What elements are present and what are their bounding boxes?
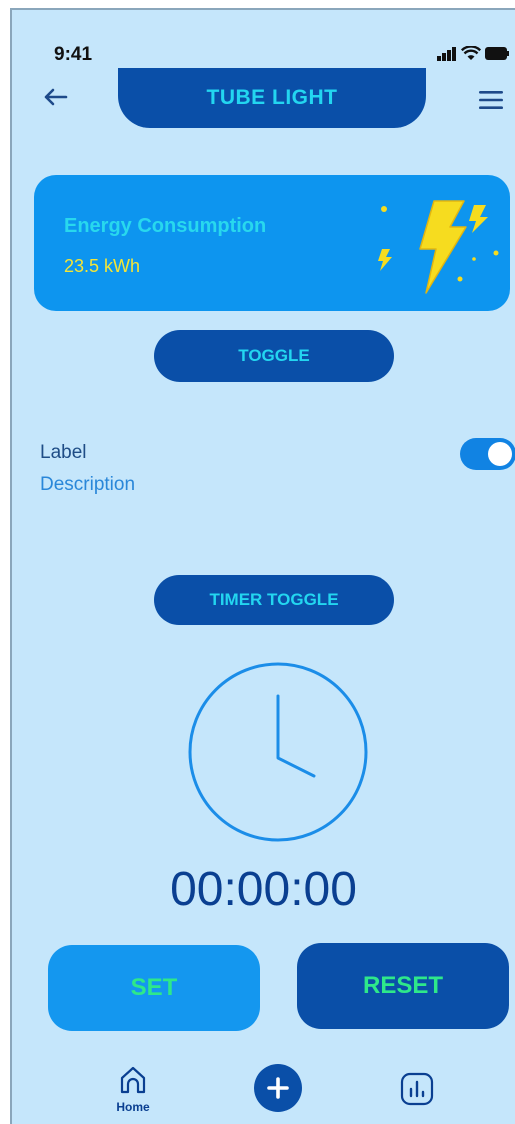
- signal-icon: [437, 46, 456, 61]
- nav-home-label: Home: [116, 1100, 150, 1114]
- add-button[interactable]: [254, 1064, 302, 1112]
- switch-knob: [488, 442, 512, 466]
- nav-home[interactable]: Home: [108, 1062, 158, 1117]
- menu-icon[interactable]: [477, 88, 505, 112]
- phone-screen: 9:41 TUBE LIGHT Energy Consumption 23.5 …: [10, 8, 515, 1124]
- energy-card: Energy Consumption 23.5 kWh: [34, 175, 510, 311]
- reset-button[interactable]: RESET: [297, 943, 509, 1029]
- set-button[interactable]: SET: [48, 945, 260, 1031]
- setting-switch[interactable]: [460, 438, 515, 470]
- battery-icon: [485, 47, 509, 60]
- energy-value: 23.5 kWh: [64, 256, 141, 276]
- page-title: TUBE LIGHT: [118, 68, 426, 128]
- back-arrow-icon[interactable]: [40, 82, 70, 112]
- plus-icon: [267, 1077, 289, 1099]
- setting-label: Label: [40, 442, 87, 463]
- home-icon: [120, 1066, 146, 1094]
- toggle-button[interactable]: TOGGLE: [154, 330, 394, 382]
- timer-readout: 00:00:00: [170, 863, 357, 916]
- setting-description: Description: [40, 474, 136, 495]
- lightning-bolt-icon: [378, 200, 499, 294]
- timer-toggle-button[interactable]: TIMER TOGGLE: [154, 575, 394, 625]
- clock-icon: [188, 662, 368, 842]
- status-time: 9:41: [54, 44, 93, 65]
- status-icons: [437, 46, 509, 61]
- wifi-icon: [461, 46, 481, 60]
- bar-chart-icon[interactable]: [400, 1072, 434, 1106]
- energy-label: Energy Consumption: [64, 215, 267, 237]
